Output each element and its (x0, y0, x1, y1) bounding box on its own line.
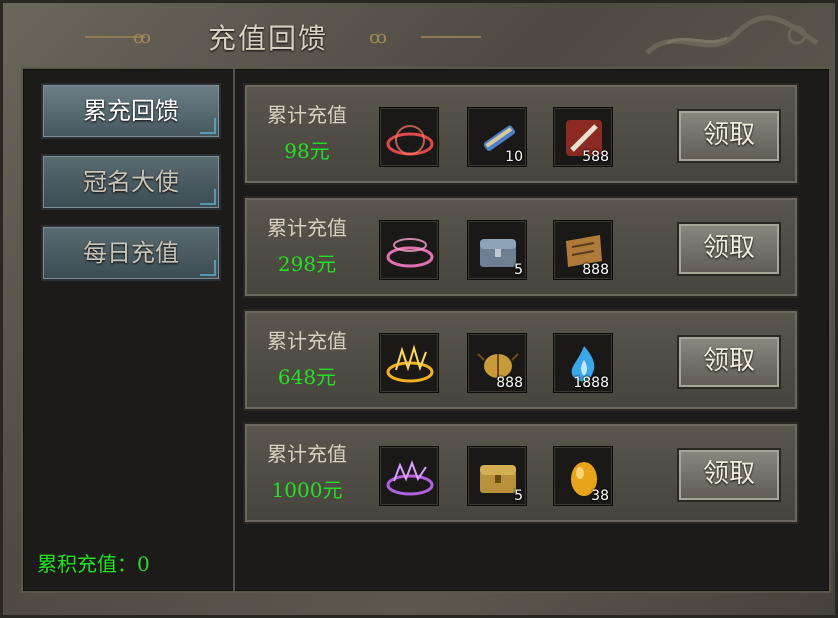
row-amount: 98元 (284, 139, 330, 163)
effect-slot[interactable] (379, 107, 439, 167)
red-aura-effect-icon (386, 125, 434, 156)
pink-aura-effect-icon (386, 238, 434, 268)
tab-title-ambassador[interactable]: 冠名大使 (41, 154, 221, 210)
row-label: 累计充值 (267, 103, 347, 127)
reward-row: 累计充值 98元 10 588 领取 (243, 83, 799, 185)
item-count: 588 (582, 149, 609, 165)
tab-label: 每日充值 (83, 239, 179, 267)
claim-button[interactable]: 领取 (677, 448, 781, 502)
total-recharge-text: 累积充值：0 (37, 552, 150, 576)
item-slot[interactable]: 5 (467, 220, 527, 280)
recharge-reward-window: ꝏ 充值回馈 ꝏ 累充回馈 冠名大使 每日充值 累积充值：0 累计充值 98元 … (0, 0, 838, 618)
dragon-emblem-icon (645, 15, 819, 55)
item-count: 888 (496, 375, 523, 391)
effect-slot[interactable] (379, 446, 439, 506)
title-bar: ꝏ 充值回馈 ꝏ (3, 3, 838, 65)
reward-row: 累计充值 1000元 5 38 领取 (243, 422, 799, 524)
item-slot[interactable]: 888 (467, 333, 527, 393)
content-panel: 累充回馈 冠名大使 每日充值 累积充值：0 累计充值 98元 10 588 领取… (21, 67, 831, 593)
effect-slot[interactable] (379, 220, 439, 280)
item-count: 10 (505, 149, 523, 165)
corner-crack-icon (200, 260, 216, 276)
scroll-ornament-icon: ꝏ (369, 27, 387, 48)
item-slot[interactable]: 888 (553, 220, 613, 280)
reward-row: 累计充值 648元 888 1888 领取 (243, 309, 799, 411)
item-count: 38 (591, 488, 609, 504)
claim-button[interactable]: 领取 (677, 335, 781, 389)
row-label: 累计充值 (267, 216, 347, 240)
sidebar: 累充回馈 冠名大使 每日充值 累积充值：0 (23, 69, 235, 591)
item-count: 888 (582, 262, 609, 278)
purple-aura-effect-icon (386, 460, 434, 496)
row-amount: 1000元 (271, 478, 343, 502)
item-slot[interactable]: 5 (467, 446, 527, 506)
tab-label: 累充回馈 (83, 97, 179, 125)
row-amount: 298元 (277, 252, 337, 276)
row-amount: 648元 (277, 365, 337, 389)
item-slot[interactable]: 38 (553, 446, 613, 506)
item-slot[interactable]: 10 (467, 107, 527, 167)
row-label: 累计充值 (267, 442, 347, 466)
gold-aura-effect-icon (386, 344, 434, 383)
reward-row: 累计充值 298元 5 888 领取 (243, 196, 799, 298)
effect-slot[interactable] (379, 333, 439, 393)
corner-crack-icon (200, 189, 216, 205)
corner-crack-icon (200, 118, 216, 134)
title-ornament-right (421, 36, 481, 38)
item-slot[interactable]: 588 (553, 107, 613, 167)
item-count: 1888 (573, 375, 609, 391)
item-count: 5 (514, 488, 523, 504)
tab-label: 冠名大使 (83, 168, 179, 196)
item-count: 5 (514, 262, 523, 278)
claim-button[interactable]: 领取 (677, 222, 781, 276)
tab-daily-recharge[interactable]: 每日充值 (41, 225, 221, 281)
tab-cumulative-recharge[interactable]: 累充回馈 (41, 83, 221, 139)
claim-button[interactable]: 领取 (677, 109, 781, 163)
row-label: 累计充值 (267, 329, 347, 353)
item-slot[interactable]: 1888 (553, 333, 613, 393)
